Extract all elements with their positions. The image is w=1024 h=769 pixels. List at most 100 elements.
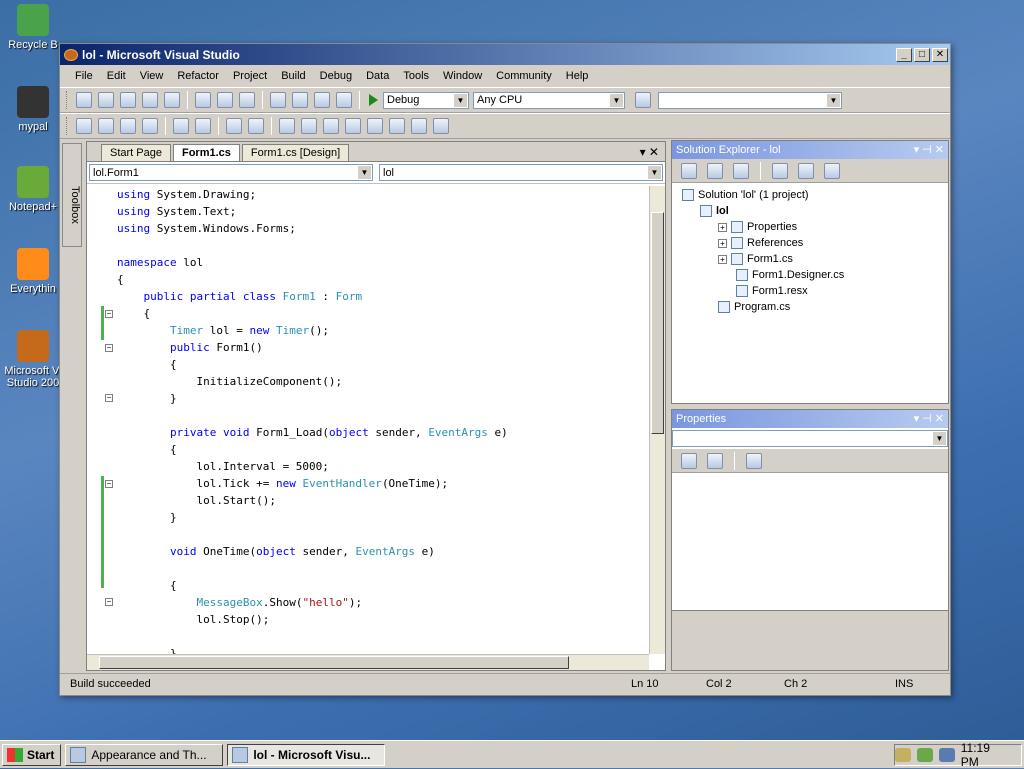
new-project-icon[interactable] xyxy=(76,92,92,108)
parameter-info-icon[interactable] xyxy=(120,118,136,134)
class-diagram-icon[interactable] xyxy=(824,162,840,179)
desktop-icon[interactable]: Recycle B xyxy=(0,4,68,51)
desktop-icon[interactable]: Notepad+ xyxy=(0,166,68,213)
decrease-indent-icon[interactable] xyxy=(173,118,189,134)
comment-lines-icon[interactable] xyxy=(226,118,242,134)
uncomment-lines-icon[interactable] xyxy=(248,118,264,134)
property-pages-icon[interactable] xyxy=(746,452,762,469)
clock[interactable]: 11:19 PM xyxy=(961,741,1011,769)
solution-explorer-title[interactable]: Solution Explorer - lol ▾ ⊣ ✕ xyxy=(672,141,948,159)
open-file-icon[interactable] xyxy=(120,92,136,108)
menu-build[interactable]: Build xyxy=(274,70,312,82)
toolbar-grip[interactable] xyxy=(66,91,69,109)
pane-controls-icon[interactable]: ▾ ⊣ ✕ xyxy=(914,410,944,428)
tree-item[interactable]: Solution 'lol' (1 project) xyxy=(676,187,944,203)
refresh-icon[interactable] xyxy=(733,162,749,179)
document-tab[interactable]: Start Page xyxy=(101,144,171,161)
menu-community[interactable]: Community xyxy=(489,70,559,82)
tray-app-icon[interactable] xyxy=(895,747,911,762)
chevron-down-icon[interactable]: ▼ xyxy=(358,166,371,179)
chevron-down-icon[interactable]: ▼ xyxy=(648,166,661,179)
scroll-thumb[interactable] xyxy=(99,656,569,669)
menu-debug[interactable]: Debug xyxy=(313,70,359,82)
menu-window[interactable]: Window xyxy=(436,70,489,82)
collapse-region-icon[interactable]: − xyxy=(105,394,113,402)
navigate-forward-icon[interactable] xyxy=(336,92,352,108)
tree-item[interactable]: + Properties xyxy=(676,219,944,235)
platform-select[interactable]: Any CPU ▼ xyxy=(473,91,625,109)
find-input[interactable]: ▼ xyxy=(658,91,842,109)
minimize-button[interactable]: _ xyxy=(896,47,912,62)
document-tab[interactable]: Form1.cs [Design] xyxy=(241,144,350,161)
member-select[interactable]: lol ▼ xyxy=(379,164,663,181)
chevron-down-icon[interactable]: ▼ xyxy=(933,432,946,445)
toolbar-grip[interactable] xyxy=(66,117,69,135)
collapse-region-icon[interactable]: − xyxy=(105,480,113,488)
toolbox-tab[interactable]: Toolbox xyxy=(62,143,82,247)
chevron-down-icon[interactable]: ▼ xyxy=(610,93,623,107)
chevron-down-icon[interactable]: ▼ xyxy=(454,93,467,107)
find-in-files-icon[interactable] xyxy=(635,92,651,108)
vertical-scrollbar[interactable] xyxy=(649,186,665,654)
save-all-icon[interactable] xyxy=(164,92,180,108)
show-all-files-icon[interactable] xyxy=(707,162,723,179)
add-item-icon[interactable] xyxy=(98,92,114,108)
chevron-down-icon[interactable]: ▼ xyxy=(827,93,840,107)
paste-icon[interactable] xyxy=(239,92,255,108)
prev-bookmark-folder-icon[interactable] xyxy=(345,118,361,134)
menu-file[interactable]: File xyxy=(68,70,100,82)
cut-icon[interactable] xyxy=(195,92,211,108)
pane-controls-icon[interactable]: ▾ ⊣ ✕ xyxy=(914,141,944,159)
view-designer-icon[interactable] xyxy=(798,162,814,179)
code-text[interactable]: using System.Drawing; using System.Text;… xyxy=(87,186,649,654)
collapse-region-icon[interactable]: − xyxy=(105,344,113,352)
document-tab[interactable]: Form1.cs xyxy=(172,144,240,161)
tray-network-icon[interactable] xyxy=(916,747,933,762)
taskbar-button[interactable]: Appearance and Th... xyxy=(65,743,224,766)
expand-icon[interactable]: + xyxy=(718,238,727,248)
clear-bookmarks-icon[interactable] xyxy=(433,118,449,134)
alphabetical-icon[interactable] xyxy=(707,452,723,469)
class-select[interactable]: lol.Form1 ▼ xyxy=(89,164,373,181)
solution-config-select[interactable]: Debug ▼ xyxy=(383,91,469,109)
class-view-icon[interactable] xyxy=(98,118,114,134)
increase-indent-icon[interactable] xyxy=(195,118,211,134)
desktop-icon[interactable]: mypal xyxy=(0,86,68,133)
desktop-icon[interactable]: Microsoft Vi Studio 200 xyxy=(0,330,68,389)
tree-item[interactable]: Form1.Designer.cs xyxy=(676,267,944,283)
categorized-icon[interactable] xyxy=(681,452,697,469)
save-icon[interactable] xyxy=(142,92,158,108)
window-title-bar[interactable]: lol - Microsoft Visual Studio _ □ ✕ xyxy=(60,44,950,65)
desktop-icon[interactable]: Everythin xyxy=(0,248,68,295)
menu-refactor[interactable]: Refactor xyxy=(170,70,226,82)
start-button[interactable]: Start xyxy=(2,743,62,766)
taskbar-button[interactable]: lol - Microsoft Visu... xyxy=(227,743,386,766)
tree-item[interactable]: lol xyxy=(676,203,944,219)
close-document-icon[interactable]: ▾ ✕ xyxy=(640,145,659,159)
menu-edit[interactable]: Edit xyxy=(100,70,133,82)
collapse-region-icon[interactable]: − xyxy=(105,310,113,318)
object-select[interactable]: ▼ xyxy=(672,430,948,447)
collapse-region-icon[interactable]: − xyxy=(105,598,113,606)
tree-item[interactable]: + Form1.cs xyxy=(676,251,944,267)
close-button[interactable]: ✕ xyxy=(932,47,948,62)
tree-item[interactable]: + References xyxy=(676,235,944,251)
undo-icon[interactable] xyxy=(270,92,286,108)
menu-view[interactable]: View xyxy=(133,70,171,82)
bookmark-icon[interactable] xyxy=(279,118,295,134)
properties-title[interactable]: Properties ▾ ⊣ ✕ xyxy=(672,410,948,428)
tray-volume-icon[interactable] xyxy=(938,747,955,762)
tree-item[interactable]: Program.cs xyxy=(676,299,944,315)
vs-window[interactable]: lol - Microsoft Visual Studio _ □ ✕ File… xyxy=(59,43,951,696)
tree-item[interactable]: Form1.resx xyxy=(676,283,944,299)
copy-icon[interactable] xyxy=(217,92,233,108)
next-bookmark-folder-icon[interactable] xyxy=(367,118,383,134)
redo-icon[interactable] xyxy=(292,92,308,108)
menu-help[interactable]: Help xyxy=(559,70,596,82)
menu-project[interactable]: Project xyxy=(226,70,274,82)
next-bookmark-icon[interactable] xyxy=(323,118,339,134)
next-bookmark-doc-icon[interactable] xyxy=(411,118,427,134)
code-editor[interactable]: Start Page Form1.cs Form1.cs [Design] ▾ ✕ l… xyxy=(86,141,666,671)
word-complete-icon[interactable] xyxy=(142,118,158,134)
menu-data[interactable]: Data xyxy=(359,70,396,82)
